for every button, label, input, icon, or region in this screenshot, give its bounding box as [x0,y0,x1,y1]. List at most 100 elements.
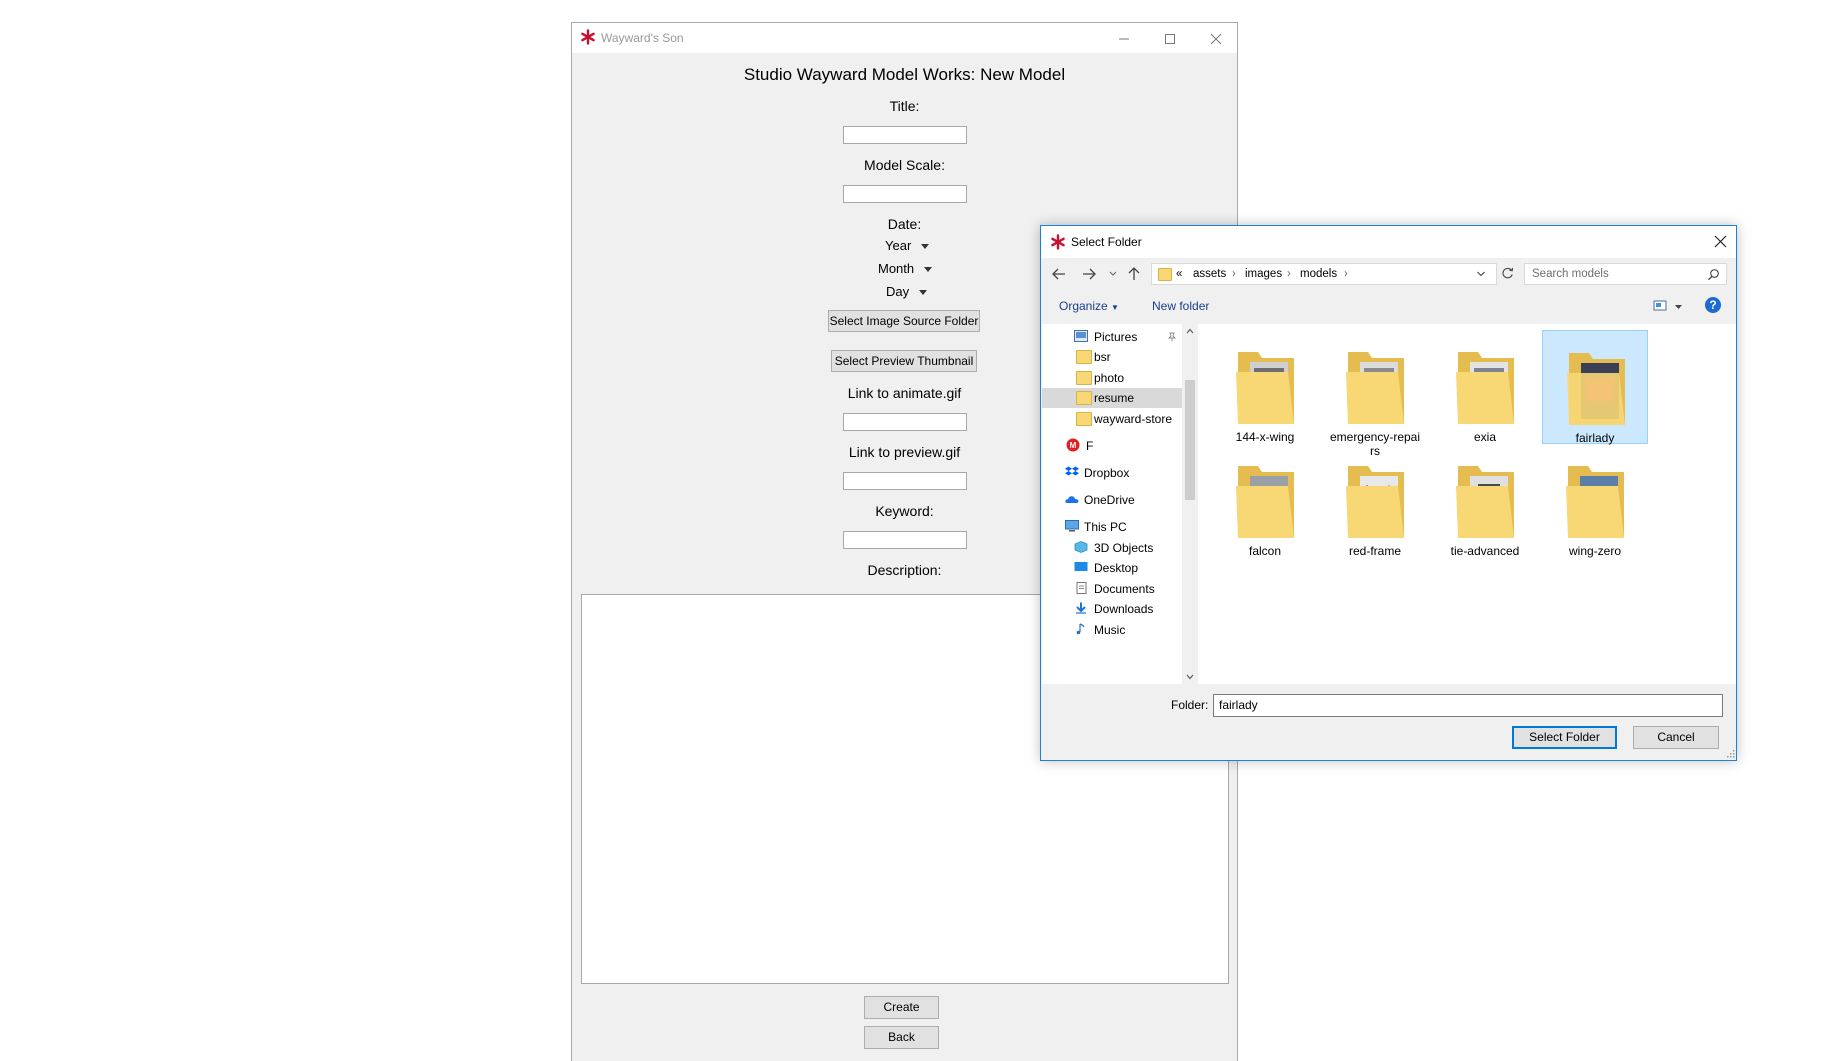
up-arrow-icon[interactable] [1126,266,1142,282]
nav-label: F [1086,439,1094,453]
folder-tile-selected[interactable]: fairlady [1542,330,1648,445]
nav-item-wayward-store[interactable]: wayward-store [1042,409,1182,429]
nav-item-downloads[interactable]: Downloads [1042,599,1182,619]
svg-text:?: ? [1709,298,1716,312]
folder-label: Folder: [1171,698,1209,712]
nav-item-resume[interactable]: resume [1042,388,1182,408]
nav-item-dropbox[interactable]: Dropbox [1042,463,1182,483]
nav-item-music[interactable]: Music [1042,620,1182,640]
dialog-close-icon[interactable] [1714,235,1727,248]
nav-item-bsr[interactable]: bsr [1042,347,1182,367]
folder-tile[interactable]: exia [1432,330,1538,444]
breadcrumb-images[interactable]: images [1245,268,1282,280]
nav-item-documents[interactable]: Documents [1042,579,1182,599]
address-dropdown-chevron-icon[interactable] [1476,270,1486,278]
nav-label: wayward-store [1094,412,1173,426]
view-options-chevron-icon[interactable] [1674,304,1683,310]
preview-gif-input[interactable] [843,472,967,490]
maximize-button[interactable] [1147,23,1193,53]
select-image-source-folder-button[interactable]: Select Image Source Folder [828,310,980,332]
chevron-down-icon [919,290,928,296]
scroll-down-icon[interactable] [1186,674,1194,680]
folder-thumbnail-icon [1567,353,1625,425]
select-folder-dialog: Select Folder « assets › images › models… [1040,225,1737,761]
folder-icon [1076,350,1092,364]
model-scale-input[interactable] [843,185,967,203]
change-view-icon[interactable] [1653,300,1669,312]
pin-icon[interactable] [1167,332,1177,342]
folder-thumbnail-icon [1456,466,1514,538]
file-list-pane[interactable]: 144-x-wing emergency-repai rs exia fairla… [1198,324,1736,684]
refresh-icon[interactable] [1500,266,1515,281]
nav-item-desktop[interactable]: Desktop [1042,558,1182,578]
search-box[interactable]: Search models [1524,263,1727,285]
desktop-icon [1074,562,1088,571]
select-folder-button[interactable]: Select Folder [1512,726,1617,749]
select-preview-thumbnail-button[interactable]: Select Preview Thumbnail [831,350,977,372]
this-pc-icon [1065,520,1079,532]
folder-tile[interactable]: tie-advanced [1432,444,1538,558]
folder-tile[interactable]: falcon [1212,444,1318,558]
nav-label: resume [1094,391,1135,405]
minimize-button[interactable] [1101,23,1147,53]
close-button[interactable] [1193,23,1239,53]
animate-gif-input[interactable] [843,413,967,431]
organize-label: Organize [1059,299,1108,313]
search-icon[interactable] [1707,268,1720,281]
documents-icon [1076,582,1087,594]
music-icon [1076,623,1085,635]
nav-item-f-drive[interactable]: M F [1042,436,1182,456]
back-button[interactable]: Back [864,1026,939,1049]
nav-item-pictures[interactable]: Pictures [1042,327,1182,347]
breadcrumb-assets[interactable]: assets [1193,268,1226,280]
pictures-icon [1074,330,1088,342]
back-arrow-icon[interactable] [1051,266,1067,282]
month-dropdown[interactable]: Month [878,261,933,276]
folder-name: 144-x-wing [1235,430,1295,444]
folder-tile[interactable]: 144-x-wing [1212,330,1318,444]
organize-menu[interactable]: Organize ▼ [1059,299,1119,313]
address-bar[interactable]: « assets › images › models › [1151,263,1497,285]
nav-item-photo[interactable]: photo [1042,368,1182,388]
folder-tile[interactable]: red-frame [1322,444,1428,558]
new-folder-button[interactable]: New folder [1152,299,1209,313]
folder-name: wing-zero [1568,544,1622,558]
main-titlebar[interactable]: Wayward's Son [572,23,1237,53]
folder-name-line1: emergency-repai [1329,430,1421,444]
folder-name: fairlady [1575,431,1615,445]
nav-item-onedrive[interactable]: OneDrive [1042,490,1182,510]
nav-label: Pictures [1094,330,1138,344]
onedrive-icon [1065,496,1079,503]
forward-arrow-icon[interactable] [1081,266,1097,282]
keyword-input[interactable] [843,531,967,549]
dialog-titlebar[interactable]: Select Folder [1041,226,1736,258]
title-input[interactable] [843,126,967,144]
breadcrumb-models[interactable]: models [1300,268,1337,280]
breadcrumb-overflow[interactable]: « [1176,268,1182,280]
folder-name: falcon [1248,544,1282,558]
day-dropdown[interactable]: Day [886,284,928,299]
folder-thumbnail-icon [1346,352,1404,424]
resize-grip-icon[interactable] [1725,748,1735,758]
nav-label: Downloads [1094,602,1154,616]
model-scale-label: Model Scale: [864,157,945,173]
navigation-pane[interactable]: Pictures bsr photo resume wayward-store … [1042,324,1198,684]
cancel-button[interactable]: Cancel [1633,726,1719,749]
recent-locations-chevron-icon[interactable] [1108,270,1118,278]
nav-item-3d-objects[interactable]: 3D Objects [1042,538,1182,558]
nav-scrollbar[interactable] [1182,324,1198,684]
nav-item-this-pc[interactable]: This PC [1042,517,1182,537]
folder-tile[interactable]: wing-zero [1542,444,1648,558]
scroll-up-icon[interactable] [1186,328,1194,334]
folder-thumbnail-icon [1566,466,1624,538]
create-button[interactable]: Create [864,996,939,1019]
3d-objects-icon [1074,541,1088,553]
downloads-icon [1076,602,1086,614]
scrollbar-thumb[interactable] [1185,380,1195,500]
year-dropdown[interactable]: Year [885,238,930,253]
year-value: Year [885,238,912,253]
help-icon[interactable]: ? [1704,296,1722,314]
folder-tile[interactable]: emergency-repai rs [1322,330,1428,458]
chevron-down-icon: ▼ [1111,303,1119,312]
folder-input[interactable]: fairlady [1213,694,1723,717]
